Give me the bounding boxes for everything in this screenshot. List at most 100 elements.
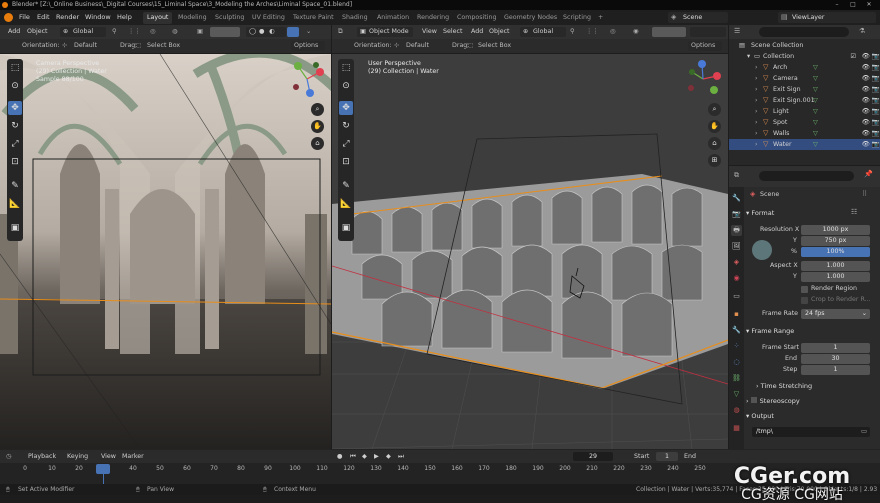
view-layer-selector[interactable]: ▤ ViewLayer (778, 12, 876, 23)
outliner-scene-collection-row[interactable]: ▤ Scene Collection (729, 40, 880, 51)
expand-icon[interactable]: › (755, 139, 758, 150)
physics-tab-icon[interactable]: ◌ (731, 357, 742, 368)
right-perspective-toggle-icon[interactable]: ⊞ (708, 154, 721, 167)
output-tab-icon[interactable]: 🖶 (731, 225, 742, 236)
right-rotate-tool-icon[interactable]: ↻ (339, 119, 353, 133)
expand-icon[interactable]: › (755, 106, 758, 117)
right-visibility-icon[interactable]: ◉ (633, 25, 639, 39)
rotate-tool-icon[interactable]: ↻ (8, 119, 22, 133)
menu-help[interactable]: Help (117, 10, 132, 25)
menu-edit[interactable]: Edit (37, 10, 50, 25)
modifier-tab-icon[interactable]: 🔧 (731, 325, 742, 336)
right-proportional-edit-icon[interactable]: ◎ (610, 25, 616, 39)
add-cube-tool-icon[interactable]: ▣ (8, 221, 22, 235)
left-navigation-gizmo-icon[interactable] (288, 60, 326, 98)
left-drag-value[interactable]: Select Box (147, 39, 180, 53)
visibility-toggle-icons[interactable]: 👁 📷 (852, 139, 880, 150)
transform-tool-icon[interactable]: ⊡ (8, 155, 22, 169)
properties-pin-icon[interactable]: 📌 (864, 170, 873, 178)
time-stretching-section-header[interactable]: › Time Stretching (756, 381, 880, 392)
left-proportional-edit-icon[interactable]: ◎ (150, 25, 156, 39)
current-frame-field[interactable]: 29 (573, 452, 613, 461)
left-orientation-value[interactable]: Default (74, 39, 97, 53)
view-layer-tab-icon[interactable]: 🖼 (731, 241, 742, 252)
wireframe-shading-icon[interactable]: ◯ (249, 27, 256, 37)
aspect-x-field[interactable]: 1.000 (801, 261, 870, 271)
properties-drag-handle-icon[interactable]: ⠿ (862, 190, 867, 198)
close-icon[interactable]: ✕ (862, 0, 876, 10)
outliner-object-row[interactable]: › ▽ Camera ▽ 👁 📷 (729, 73, 880, 84)
scale-tool-icon[interactable]: ⤢ (8, 137, 22, 151)
cursor-tool-icon[interactable]: ⊙ (8, 79, 22, 93)
constraints-tab-icon[interactable]: ⛓ (731, 373, 742, 384)
left-add-menu[interactable]: Add (8, 25, 20, 39)
left-transform-orientation-dropdown[interactable]: ⊕ Global (60, 27, 106, 37)
workspace-tab-shading[interactable]: Shading (338, 12, 372, 24)
expand-icon[interactable]: › (755, 95, 758, 106)
menu-window[interactable]: Window (85, 10, 111, 25)
play-icon[interactable]: ▶ (374, 450, 379, 463)
next-keyframe-icon[interactable]: ◆ (386, 450, 391, 463)
data-tab-icon[interactable]: ▽ (731, 389, 742, 400)
visibility-toggle-icons[interactable]: 👁 📷 (852, 128, 880, 139)
record-icon[interactable]: ● (337, 450, 343, 463)
left-shading-modes[interactable]: ◯ ● ◐ (246, 27, 286, 37)
left-selectability-button[interactable] (210, 27, 240, 37)
measure-tool-icon[interactable]: 📐 (8, 197, 22, 211)
right-camera-view-icon[interactable]: ⌂ (708, 137, 721, 150)
right-navigation-gizmo-icon[interactable] (684, 60, 722, 98)
outliner-object-row[interactable]: › ▽ Water ▽ 👁 📷 (729, 139, 880, 150)
right-link-icon[interactable]: ⚲ (570, 25, 575, 39)
editor-type-icon[interactable]: ⧉ (338, 25, 343, 39)
mesh-data-icon[interactable]: ▽ (813, 139, 818, 150)
outliner-object-row[interactable]: › ▽ Light ▽ 👁 📷 (729, 106, 880, 117)
annotate-tool-icon[interactable]: ✎ (8, 179, 22, 193)
mesh-data-icon[interactable]: ▽ (813, 95, 818, 106)
particles-tab-icon[interactable]: ⁘ (731, 341, 742, 352)
scene-selector[interactable]: ◈ Scene (668, 12, 728, 23)
scene-tab-icon[interactable]: ◈ (731, 257, 742, 268)
right-zoom-icon[interactable]: ⌕ (708, 103, 721, 116)
stereoscopy-section-header[interactable]: › Stereoscopy (746, 396, 874, 407)
right-move-tool-icon[interactable]: ✥ (339, 101, 353, 115)
right-transform-tool-icon[interactable]: ⊡ (339, 155, 353, 169)
workspace-tab-rendering[interactable]: Rendering (413, 12, 453, 24)
crop-checkbox[interactable] (801, 297, 808, 304)
select-box-tool-icon[interactable]: ⬚ (8, 61, 22, 75)
expand-icon[interactable]: › (755, 73, 758, 84)
outliner-collection-row[interactable]: ▾ ▭ Collection ☑ 👁 📷 (729, 51, 880, 62)
keying-menu[interactable]: Keying (67, 450, 88, 463)
minimize-icon[interactable]: – (830, 0, 844, 10)
outliner-filter-icon[interactable]: ⚗ (859, 27, 865, 35)
resolution-percent-slider[interactable]: 100% (801, 247, 870, 257)
timeline-editor-icon[interactable]: ◷ (6, 450, 12, 463)
expand-icon[interactable]: › (755, 84, 758, 95)
world-tab-icon[interactable]: ◉ (731, 273, 742, 284)
playhead-indicator[interactable] (96, 464, 110, 474)
visibility-toggle-icons[interactable]: 👁 📷 (852, 95, 880, 106)
right-pan-icon[interactable]: ✋ (708, 120, 721, 133)
collection-expand-icon[interactable]: ▾ (747, 51, 750, 62)
right-select-box-tool-icon[interactable]: ⬚ (339, 61, 353, 75)
outliner-object-row[interactable]: › ▽ Spot ▽ 👁 📷 (729, 117, 880, 128)
right-add-menu[interactable]: Add (471, 25, 483, 39)
workspace-tab-scripting[interactable]: Scripting (559, 12, 595, 24)
material-shading-icon[interactable]: ◐ (269, 27, 275, 37)
prev-keyframe-icon[interactable]: ◆ (362, 450, 367, 463)
right-cursor-tool-icon[interactable]: ⊙ (339, 79, 353, 93)
mesh-data-icon[interactable]: ▽ (813, 117, 818, 128)
aspect-y-field[interactable]: 1.000 (801, 272, 870, 282)
blender-menu-icon[interactable] (4, 13, 13, 22)
resolution-x-field[interactable]: 1000 px (801, 225, 870, 235)
right-measure-tool-icon[interactable]: 📐 (339, 197, 353, 211)
right-options-dropdown[interactable]: Options (688, 41, 722, 51)
right-orientation-value[interactable]: Default (406, 39, 429, 53)
jump-end-icon[interactable]: ⏭ (398, 450, 404, 463)
menu-file[interactable]: File (19, 10, 30, 25)
workspace-tab-uv-editing[interactable]: UV Editing (248, 12, 289, 24)
rendered-shading-icon[interactable] (287, 27, 299, 37)
outliner-object-row[interactable]: › ▽ Exit Sign.001 ▽ 👁 📷 (729, 95, 880, 106)
right-snap-icon[interactable]: ⋮⋮ (586, 25, 599, 39)
properties-search-field[interactable] (759, 171, 854, 181)
left-overlay-icon[interactable]: ◍ (172, 25, 178, 39)
